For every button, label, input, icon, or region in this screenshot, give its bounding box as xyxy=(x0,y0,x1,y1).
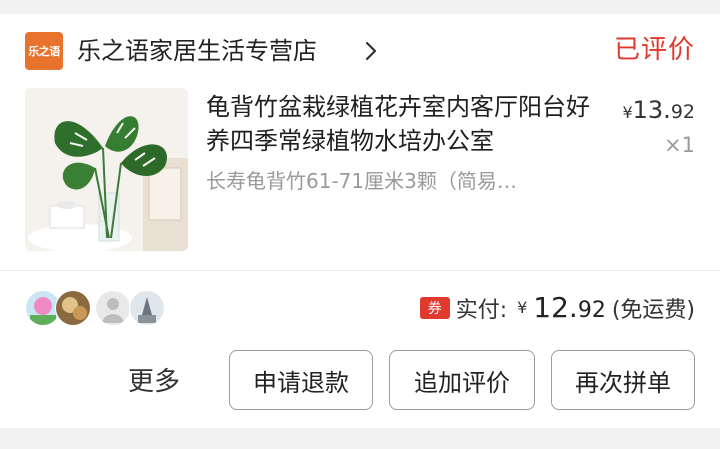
avatar xyxy=(95,290,131,326)
divider xyxy=(0,270,720,271)
store-name[interactable]: 乐之语家居生活专营店 xyxy=(77,34,317,68)
product-quantity: ×1 xyxy=(664,133,695,157)
price-integer: 13. xyxy=(632,96,671,124)
shipping-note: (免运费) xyxy=(611,297,695,323)
order-status: 已评价 xyxy=(613,35,695,65)
payment-currency: ¥ xyxy=(517,298,528,317)
price-currency: ¥ xyxy=(622,103,633,122)
payment-integer: 12. xyxy=(533,291,578,324)
payment-label: 实付: xyxy=(455,297,508,323)
store-logo[interactable]: 乐之语 xyxy=(25,32,63,70)
avatar xyxy=(129,290,165,326)
payment-amount: 12.92 xyxy=(533,291,606,324)
order-card: 乐之语 乐之语家居生活专营店 已评价 龟背竹盆栽绿植花卉室内客厅阳台好养四季常绿… xyxy=(0,14,720,428)
product-price: ¥13.92 xyxy=(622,94,695,129)
rebuy-button[interactable]: 再次拼单 xyxy=(551,350,695,410)
add-review-button[interactable]: 追加评价 xyxy=(389,350,535,410)
payment-decimal: 92 xyxy=(577,298,606,323)
product-spec: 长寿龟背竹61-71厘米3颗（简易… xyxy=(206,169,517,193)
more-link[interactable]: 更多 xyxy=(128,364,180,400)
payment-summary: 券 实付: ¥ 12.92 (免运费) xyxy=(419,291,695,324)
chevron-right-icon[interactable] xyxy=(362,39,380,63)
product-image[interactable] xyxy=(25,88,188,251)
store-logo-text: 乐之语 xyxy=(28,45,60,58)
refund-button[interactable]: 申请退款 xyxy=(229,350,373,410)
coupon-icon: 券 xyxy=(419,296,450,319)
plant-image xyxy=(25,88,188,251)
avatar xyxy=(55,290,91,326)
price-decimal: 92 xyxy=(670,101,695,123)
product-title[interactable]: 龟背竹盆栽绿植花卉室内客厅阳台好养四季常绿植物水培办公室 xyxy=(206,90,606,158)
